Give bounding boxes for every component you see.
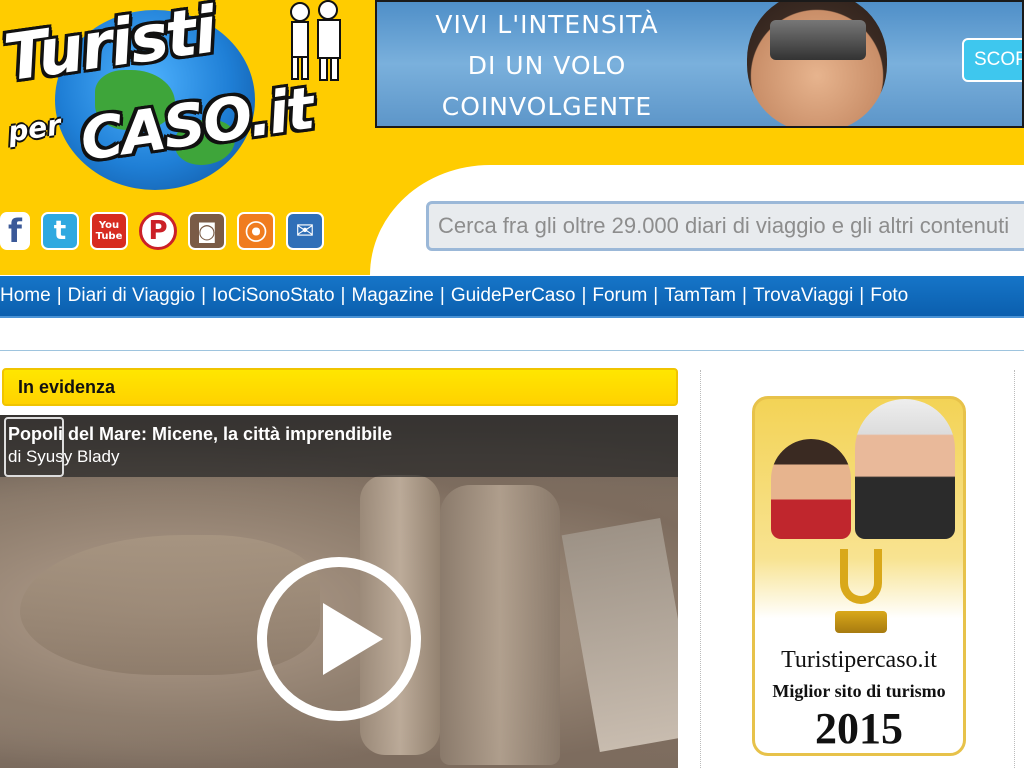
facebook-icon[interactable]: f xyxy=(0,212,30,250)
column-divider xyxy=(700,370,701,768)
ad-visor xyxy=(770,20,866,60)
pinterest-icon[interactable]: P xyxy=(139,212,177,250)
ad-discover-button[interactable]: SCOP xyxy=(962,38,1022,82)
nav-item-diari[interactable]: Diari di Viaggio xyxy=(68,285,195,307)
ad-text: VIVI L'INTENSITÀ DI UN VOLO COINVOLGENTE xyxy=(377,4,717,126)
video-title[interactable]: Popoli del Mare: Micene, la città impren… xyxy=(8,423,678,445)
nav-item-tamtam[interactable]: TamTam xyxy=(664,285,736,307)
mail-icon[interactable]: ✉ xyxy=(286,212,324,250)
nav-separator: | xyxy=(742,285,747,306)
nav-item-home[interactable]: Home xyxy=(0,285,51,307)
nav-separator: | xyxy=(201,285,207,306)
nav-item-trovaviaggi[interactable]: TrovaViaggi xyxy=(753,285,853,307)
ad-line-2: DI UN VOLO xyxy=(467,51,627,80)
nav-separator: | xyxy=(56,285,62,306)
search-input[interactable]: Cerca fra gli oltre 29.000 diari di viag… xyxy=(426,201,1024,251)
site-header: Turisti per CASO.it VIVI L'INTENSITÀ DI … xyxy=(0,0,1024,285)
section-divider xyxy=(0,350,1024,351)
award-subtitle: Miglior sito di turismo xyxy=(772,681,946,701)
ad-line-1: VIVI L'INTENSITÀ xyxy=(435,10,659,39)
nav-separator: | xyxy=(439,285,445,306)
main-nav: Home | Diari di Viaggio | IoCiSonoStato … xyxy=(0,276,1024,318)
rss-icon[interactable]: ⦿ xyxy=(237,212,275,250)
nav-item-forum[interactable]: Forum xyxy=(592,285,647,307)
nav-item-guidepercaso[interactable]: GuidePerCaso xyxy=(451,285,576,307)
column-divider xyxy=(1014,370,1015,768)
trophy-icon xyxy=(830,549,892,639)
video-author: di Syusy Blady xyxy=(8,447,120,466)
ad-banner[interactable]: VIVI L'INTENSITÀ DI UN VOLO COINVOLGENTE… xyxy=(375,0,1024,128)
twitter-icon[interactable]: t xyxy=(41,212,79,250)
ad-line-3: COINVOLGENTE xyxy=(441,92,653,121)
logo-text-per: per xyxy=(5,108,63,149)
youtube-icon[interactable]: You Tube xyxy=(90,212,128,250)
award-site-name: Turistipercaso.it xyxy=(781,647,937,673)
nav-separator: | xyxy=(581,285,587,306)
instagram-icon[interactable]: ◙ xyxy=(188,212,226,250)
site-logo[interactable]: Turisti per CASO.it xyxy=(0,0,365,200)
nav-separator: | xyxy=(653,285,659,306)
featured-video[interactable]: Popoli del Mare: Micene, la città impren… xyxy=(0,415,678,768)
video-thumbnail-frame xyxy=(4,417,64,477)
nav-separator: | xyxy=(340,285,346,306)
award-year: 2015 xyxy=(815,704,903,753)
nav-item-foto[interactable]: Foto xyxy=(870,285,908,307)
tourists-figures-icon xyxy=(290,0,341,81)
play-icon[interactable] xyxy=(257,557,421,721)
award-person-image xyxy=(855,399,955,539)
section-heading-evidenza: In evidenza xyxy=(2,368,678,406)
award-person-image xyxy=(771,439,851,539)
video-caption: Popoli del Mare: Micene, la città impren… xyxy=(0,415,678,477)
social-links: f t You Tube P ◙ ⦿ ✉ xyxy=(0,212,324,254)
nav-item-iocisonostato[interactable]: IoCiSonoStato xyxy=(212,285,335,307)
award-badge[interactable]: Turistipercaso.it Miglior sito di turism… xyxy=(752,396,966,756)
nav-item-magazine[interactable]: Magazine xyxy=(351,285,433,307)
nav-separator: | xyxy=(859,285,865,306)
